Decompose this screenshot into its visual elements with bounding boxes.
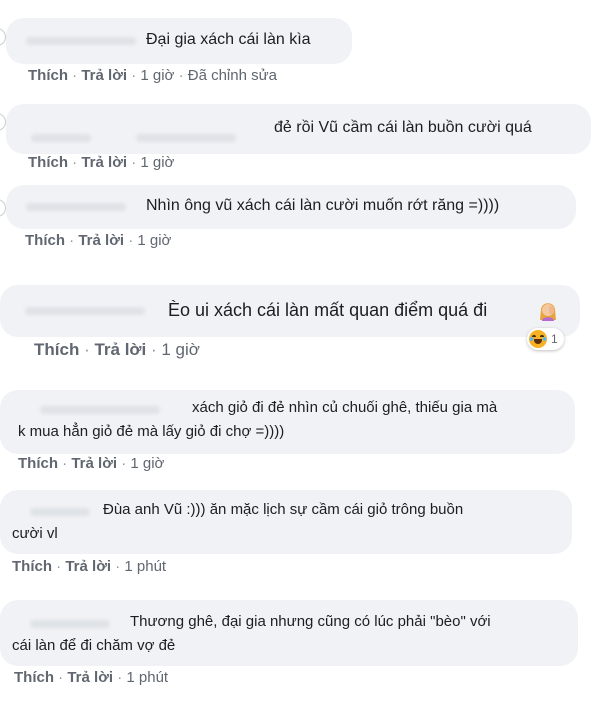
like-link[interactable]: Thích xyxy=(28,67,68,84)
comment-text: Đại gia xách cái làn kìa xyxy=(146,31,311,48)
comment-bubble: Nhìn ông vũ xách cái làn cười muốn rớt r… xyxy=(6,185,576,229)
separator: · xyxy=(115,558,125,575)
like-link[interactable]: Thích xyxy=(18,455,58,472)
comment-bubble: Đùa anh Vũ :))) ăn mặc lịch sự cầm cái g… xyxy=(0,490,572,554)
comment-actions: Thích · Trả lời · 1 giờ xyxy=(28,154,174,171)
separator: · xyxy=(56,558,66,575)
comment-text-line-1: Thương ghê, đại gia nhưng cũng có lúc ph… xyxy=(130,613,491,630)
commenter-name-redacted xyxy=(30,620,110,628)
reaction-count: 1 xyxy=(551,332,558,346)
reply-link[interactable]: Trả lời xyxy=(67,669,113,686)
comment-text-line-2: cười vl xyxy=(12,525,58,542)
separator: · xyxy=(117,669,127,686)
timestamp[interactable]: 1 giờ xyxy=(140,154,174,171)
comment-1: Đại gia xách cái làn kìa Thích · Trả lời… xyxy=(0,0,600,95)
commenter-name-redacted xyxy=(31,134,91,142)
comment-text-line-1: xách giỏ đi đẻ nhìn củ chuối ghê, thiếu … xyxy=(192,399,498,416)
comment-text: Èo ui xách cái làn mất quan điểm quá đi xyxy=(168,300,488,320)
comment-actions: Thích · Trả lời · 1 giờ · Đã chỉnh sửa xyxy=(28,67,277,84)
commenter-name-redacted xyxy=(30,508,90,516)
comment-4: Èo ui xách cái làn mất quan điểm quá đi … xyxy=(0,280,600,380)
separator: · xyxy=(128,232,138,249)
comment-6: Đùa anh Vũ :))) ăn mặc lịch sự cầm cái g… xyxy=(0,485,600,595)
reply-link[interactable]: Trả lời xyxy=(65,558,111,575)
commenter-name-redacted xyxy=(25,307,145,315)
comment-bubble: xách giỏ đi đẻ nhìn củ chuối ghê, thiếu … xyxy=(0,390,575,454)
like-link[interactable]: Thích xyxy=(28,154,68,171)
separator: · xyxy=(131,67,141,84)
separator: · xyxy=(131,154,141,171)
like-link[interactable]: Thích xyxy=(14,669,54,686)
comment-actions: Thích · Trả lời · 1 giờ xyxy=(25,232,171,249)
separator: · xyxy=(58,669,68,686)
timestamp[interactable]: 1 giờ xyxy=(137,232,171,249)
timestamp[interactable]: 1 phút xyxy=(124,558,166,575)
comment-text-line-1: Đùa anh Vũ :))) ăn mặc lịch sự cầm cái g… xyxy=(103,501,464,518)
like-link[interactable]: Thích xyxy=(25,232,65,249)
separator: · xyxy=(178,67,188,84)
comment-bubble: Đại gia xách cái làn kìa xyxy=(6,18,352,64)
comment-bubble: đẻ rồi Vũ cầm cái làn buồn cười quá xyxy=(6,104,591,154)
commenter-name-redacted xyxy=(136,134,236,142)
reply-link[interactable]: Trả lời xyxy=(78,232,124,249)
timestamp[interactable]: 1 giờ xyxy=(140,67,174,84)
reply-link[interactable]: Trả lời xyxy=(94,340,146,359)
timestamp[interactable]: 1 phút xyxy=(126,669,168,686)
reply-link[interactable]: Trả lời xyxy=(71,455,117,472)
reply-link[interactable]: Trả lời xyxy=(81,67,127,84)
comment-text: đẻ rồi Vũ cầm cái làn buồn cười quá xyxy=(274,119,532,136)
comment-7: Thương ghê, đại gia nhưng cũng có lúc ph… xyxy=(0,595,600,721)
like-link[interactable]: Thích xyxy=(12,558,52,575)
comment-actions: Thích · Trả lời · 1 giờ xyxy=(18,455,164,472)
edited-label[interactable]: Đã chỉnh sửa xyxy=(188,67,277,84)
separator: · xyxy=(121,455,131,472)
comment-actions: Thích · Trả lời · 1 phút xyxy=(14,669,168,686)
like-link[interactable]: Thích xyxy=(34,340,79,359)
separator: · xyxy=(69,232,79,249)
comment-3: Nhìn ông vũ xách cái làn cười muốn rớt r… xyxy=(0,185,600,280)
comment-actions: Thích · Trả lời · 1 phút xyxy=(12,558,166,575)
comment-text-line-2: cái làn để đi chăm vợ đẻ xyxy=(12,637,176,654)
haha-reaction-icon xyxy=(529,330,547,348)
timestamp[interactable]: 1 giờ xyxy=(161,340,200,359)
comment-5: xách giỏ đi đẻ nhìn củ chuối ghê, thiếu … xyxy=(0,380,600,485)
separator: · xyxy=(72,154,82,171)
separator: · xyxy=(62,455,72,472)
comment-text: Nhìn ông vũ xách cái làn cười muốn rớt r… xyxy=(146,197,500,214)
reaction-badge[interactable]: 1 xyxy=(527,328,564,350)
separator: · xyxy=(150,340,162,359)
separator: · xyxy=(84,340,95,359)
comment-bubble: Èo ui xách cái làn mất quan điểm quá đi xyxy=(0,285,580,337)
comment-bubble: Thương ghê, đại gia nhưng cũng có lúc ph… xyxy=(0,600,578,666)
comment-text-line-2: k mua hẳn giỏ đẻ mà lấy giỏ đi chợ =)))) xyxy=(18,423,285,440)
reply-link[interactable]: Trả lời xyxy=(81,154,127,171)
commenter-name-redacted xyxy=(40,406,160,414)
separator: · xyxy=(72,67,82,84)
comment-actions: Thích · Trả lời · 1 giờ xyxy=(34,340,200,360)
comment-2: đẻ rồi Vũ cầm cái làn buồn cười quá Thíc… xyxy=(0,95,600,185)
commenter-name-redacted xyxy=(26,37,136,45)
commenter-name-redacted xyxy=(26,203,126,211)
woman-facepalming-emoji-icon xyxy=(537,298,559,322)
timestamp[interactable]: 1 giờ xyxy=(130,455,164,472)
